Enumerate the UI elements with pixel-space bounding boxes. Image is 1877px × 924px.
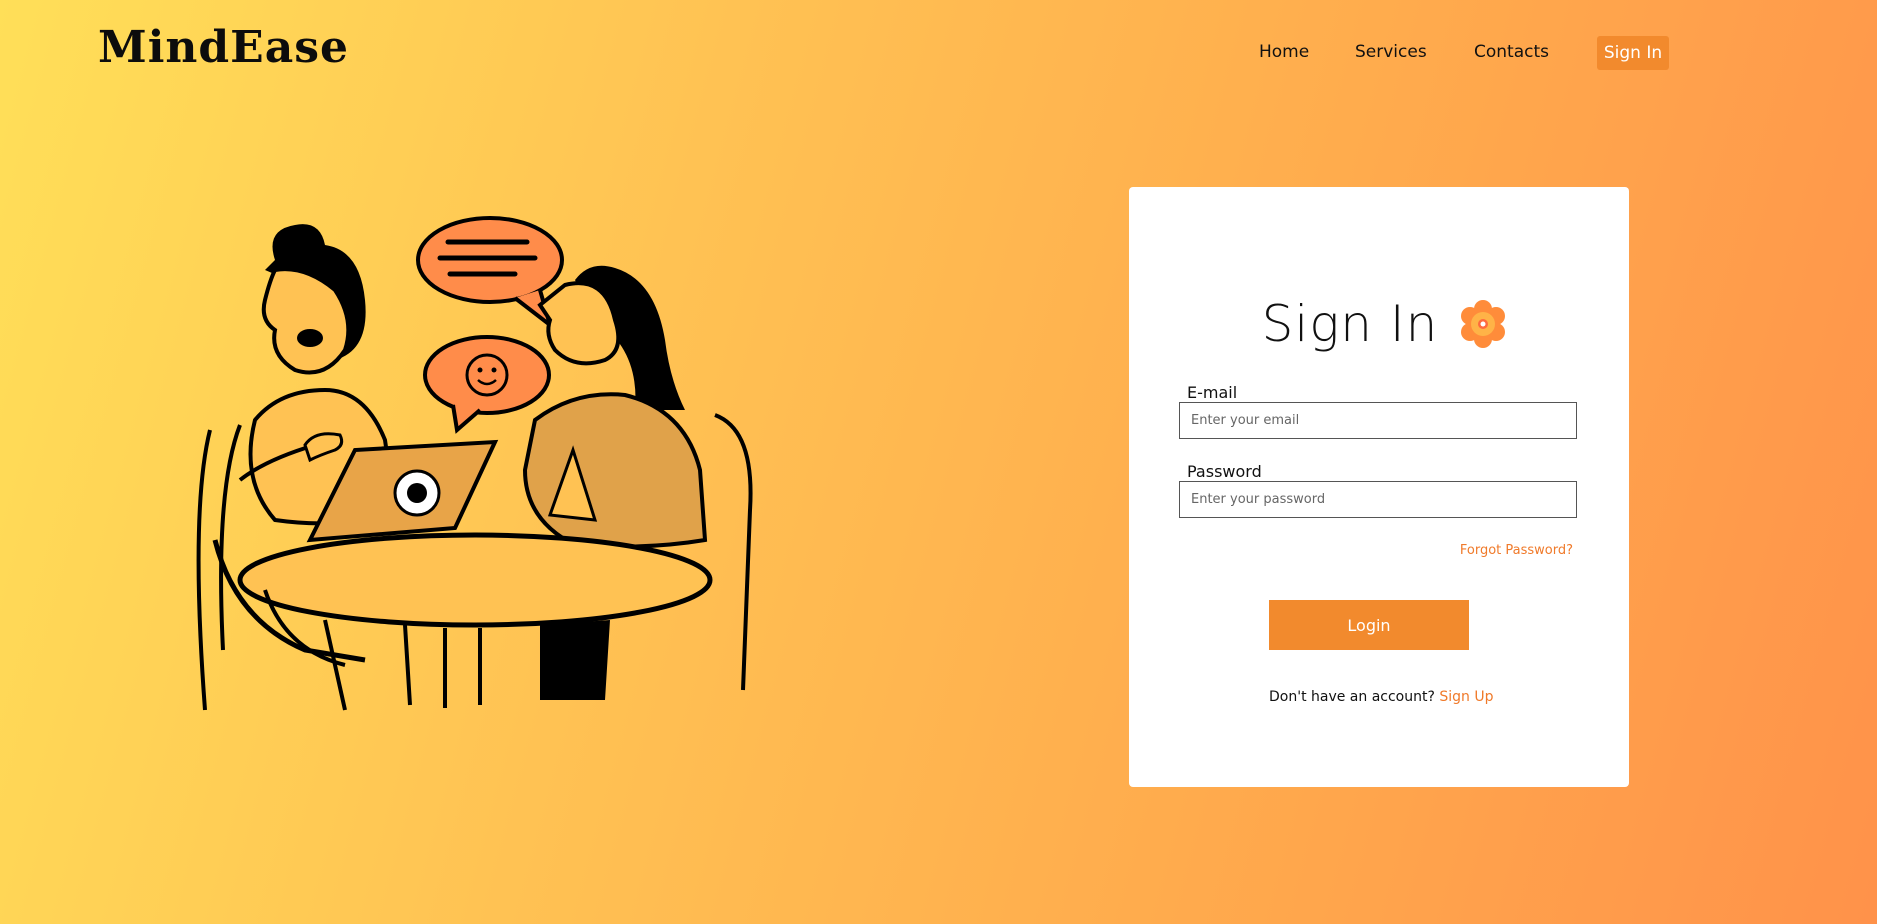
password-field[interactable] (1179, 481, 1577, 518)
nav-signin-button[interactable]: Sign In (1597, 36, 1669, 70)
nav-home-link[interactable]: Home (1259, 42, 1309, 62)
tablet-flower-icon (393, 469, 441, 517)
signin-title: Sign In (1261, 295, 1439, 353)
two-people-talking-illustration (196, 216, 753, 711)
table (237, 532, 713, 628)
nav-contacts-link[interactable]: Contacts (1474, 42, 1549, 62)
password-label: Password (1187, 462, 1262, 481)
signin-title-row: Sign In (1129, 295, 1629, 353)
mindease-logo[interactable]: MindEase (98, 26, 349, 70)
nav-services-link[interactable]: Services (1355, 42, 1427, 62)
signin-card: Sign In E-mail Password Forgot Password?… (1129, 187, 1629, 787)
smiley-bubble-icon (423, 335, 551, 434)
forgot-password-link[interactable]: Forgot Password? (1460, 543, 1573, 558)
signup-link[interactable]: Sign Up (1439, 689, 1493, 705)
login-button[interactable]: Login (1269, 600, 1469, 650)
signup-row: Don't have an account? Sign Up (1269, 689, 1494, 705)
email-field[interactable] (1179, 402, 1577, 439)
signup-prompt: Don't have an account? (1269, 689, 1435, 705)
email-label: E-mail (1187, 383, 1238, 402)
flower-icon (1461, 300, 1506, 348)
